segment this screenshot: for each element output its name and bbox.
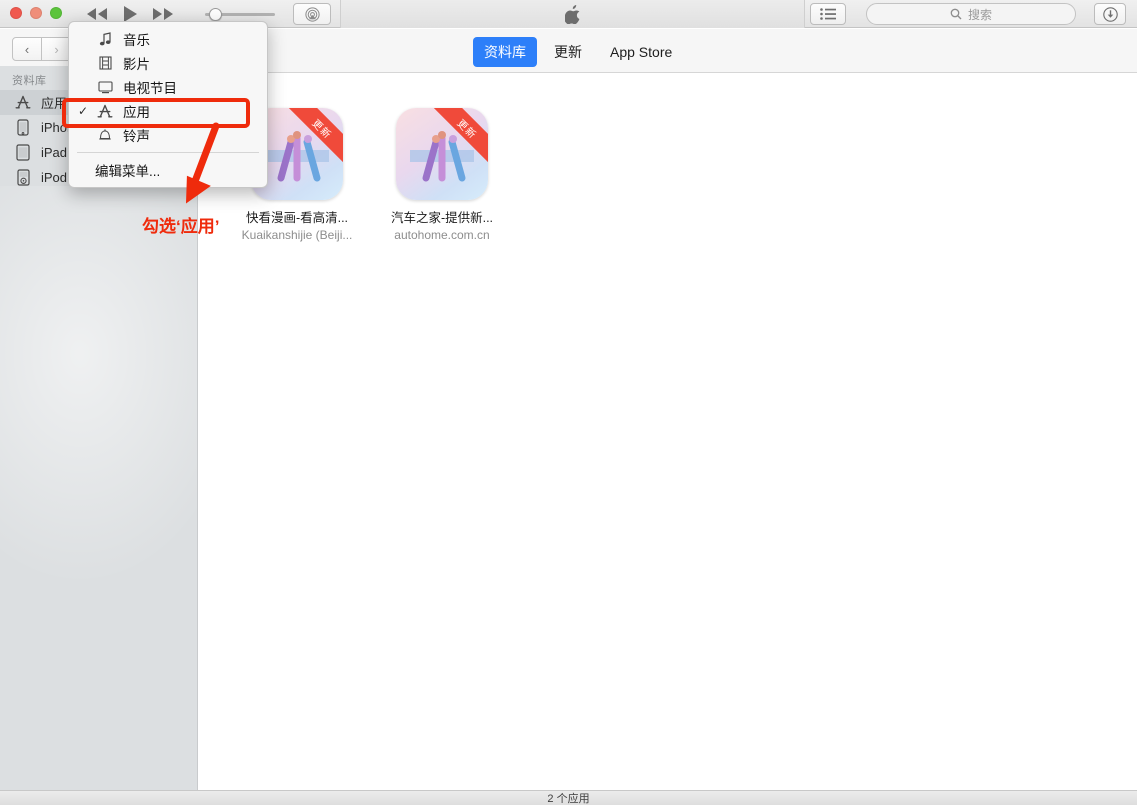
search-input[interactable]: 搜索 (866, 3, 1076, 25)
back-button[interactable]: ‹ (12, 37, 42, 61)
app-developer: autohome.com.cn (394, 228, 490, 242)
close-button[interactable] (10, 7, 22, 19)
status-bar-text: 2 个应用 (547, 793, 590, 805)
window-controls (10, 7, 62, 19)
apple-logo-icon (564, 4, 579, 24)
app-name: 快看漫画-看高清... (245, 211, 349, 225)
itunes-window: 搜索 ‹ › 资料库 更新 App Store 资料库 应用 iPhone iP… (0, 0, 1137, 805)
search-placeholder: 搜索 (967, 7, 992, 22)
tab-app-store[interactable]: App Store (599, 39, 683, 65)
app-store-icon (93, 104, 117, 119)
tab-library[interactable]: 资料库 (473, 37, 537, 67)
ipad-icon (14, 144, 32, 161)
menu-item-label: 铃声 (123, 129, 150, 144)
menu-item-movies[interactable]: 影片 (69, 51, 267, 75)
menu-item-tv-shows[interactable]: 电视节目 (69, 75, 267, 99)
history-buttons: ‹ › (12, 37, 72, 61)
search-icon (950, 8, 962, 20)
app-developer: Kuaikanshijie (Beiji... (241, 228, 353, 242)
downloads-button[interactable] (1094, 3, 1126, 25)
music-note-icon (93, 32, 117, 46)
menu-item-apps[interactable]: ✓ 应用 (69, 99, 267, 123)
menu-item-music[interactable]: 音乐 (69, 27, 267, 51)
tab-bar: 资料库 更新 App Store (473, 37, 683, 67)
minimize-button[interactable] (30, 7, 42, 19)
fast-forward-button[interactable] (152, 7, 174, 21)
menu-item-label: 音乐 (123, 33, 150, 48)
menu-item-label: 应用 (123, 105, 150, 120)
list-view-button[interactable] (810, 3, 846, 25)
sidebar-item-label: iPad (41, 145, 68, 160)
annotation-arrow-icon (185, 122, 220, 204)
app-icon[interactable]: 更新 (396, 108, 488, 200)
media-kind-menu: 音乐 影片 电视节目 ✓ 应用 铃声 编辑菜单... (68, 21, 268, 188)
content-area: 更新 快看漫画-看高清... Kuaikanshijie (Beiji... 更… (199, 74, 1137, 790)
volume-track[interactable] (205, 7, 275, 21)
rewind-button[interactable] (86, 7, 108, 21)
menu-item-label: 电视节目 (123, 81, 177, 96)
sidebar-item-label: 应用 (41, 96, 68, 111)
ipod-icon (14, 169, 32, 186)
download-icon (1102, 6, 1118, 22)
app-name: 汽车之家-提供新... (390, 211, 494, 225)
sidebar-item-label: iPod (41, 170, 68, 185)
iphone-icon (14, 119, 32, 136)
bell-icon (93, 128, 117, 142)
list-icon (820, 8, 836, 20)
tv-icon (93, 80, 117, 94)
zoom-button[interactable] (50, 7, 62, 19)
sidebar-header: 资料库 (12, 75, 47, 87)
status-display (340, 0, 805, 28)
film-icon (93, 56, 117, 70)
app-store-icon (14, 95, 32, 110)
menu-check-apps: ✓ (77, 104, 89, 118)
status-bar: 2 个应用 (0, 790, 1137, 805)
menu-item-label: 影片 (123, 57, 150, 72)
sidebar-background-decor (0, 186, 197, 606)
annotation-callout-text: 勾选‘应用’ (142, 217, 220, 236)
app-tile[interactable]: 更新 汽车之家-提供新... autohome.com.cn (382, 108, 502, 242)
volume-knob[interactable] (209, 7, 222, 21)
tab-updates[interactable]: 更新 (543, 37, 593, 67)
airplay-button[interactable] (293, 3, 331, 25)
